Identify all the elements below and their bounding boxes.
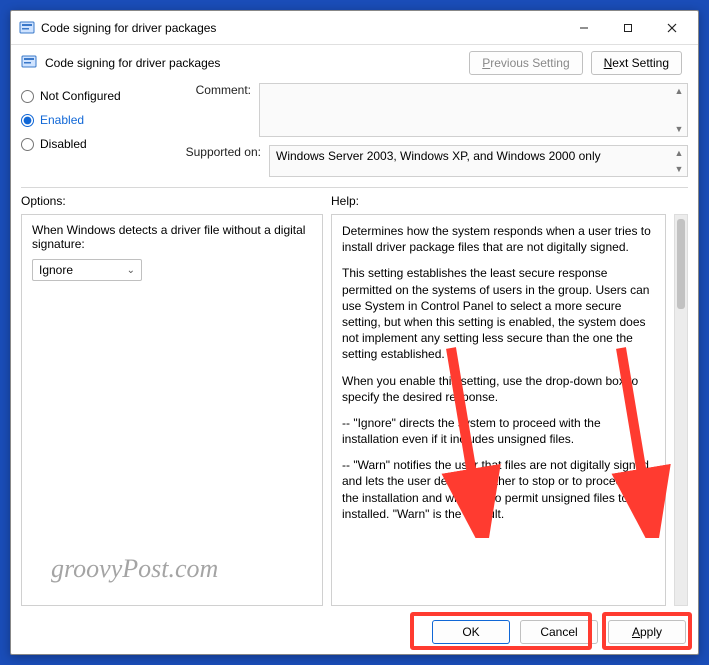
state-radio-group: Not Configured Enabled Disabled xyxy=(21,83,171,177)
titlebar: Code signing for driver packages xyxy=(11,11,698,45)
divider xyxy=(21,187,688,188)
chevron-down-icon: ⌄ xyxy=(127,265,135,276)
app-icon xyxy=(19,20,35,36)
previous-setting-button: Previous Setting xyxy=(469,51,582,75)
help-heading: Help: xyxy=(331,194,688,208)
supported-scrollbar[interactable]: ▲▼ xyxy=(671,146,687,176)
help-text: Determines how the system responds when … xyxy=(342,223,655,522)
main-scrollbar[interactable] xyxy=(674,214,688,606)
radio-not-configured-input[interactable] xyxy=(21,90,34,103)
supported-on-text: Windows Server 2003, Windows XP, and Win… xyxy=(269,145,688,177)
radio-not-configured[interactable]: Not Configured xyxy=(21,89,171,103)
radio-disabled-label: Disabled xyxy=(40,137,87,151)
options-heading: Options: xyxy=(21,194,331,208)
scrollbar-thumb[interactable] xyxy=(677,219,685,309)
radio-disabled[interactable]: Disabled xyxy=(21,137,171,151)
window-title: Code signing for driver packages xyxy=(41,21,562,35)
dialog-window: Code signing for driver packages Code si… xyxy=(10,10,699,655)
next-setting-button[interactable]: Next Setting xyxy=(591,51,682,75)
policy-icon xyxy=(21,54,39,72)
apply-button[interactable]: Apply xyxy=(608,620,686,644)
maximize-button[interactable] xyxy=(606,11,650,44)
supported-on-label: Supported on: xyxy=(181,145,261,159)
radio-enabled-input[interactable] xyxy=(21,114,34,127)
options-description: When Windows detects a driver file witho… xyxy=(32,223,312,251)
response-dropdown[interactable]: Ignore ⌄ xyxy=(32,259,142,281)
comment-scrollbar[interactable]: ▲▼ xyxy=(671,84,687,136)
comment-textarea[interactable]: ▲▼ xyxy=(259,83,688,137)
footer: OK Cancel Apply xyxy=(11,612,698,654)
comment-label: Comment: xyxy=(181,83,251,97)
close-button[interactable] xyxy=(650,11,694,44)
ok-button[interactable]: OK xyxy=(432,620,510,644)
minimize-button[interactable] xyxy=(562,11,606,44)
header-row: Code signing for driver packages Previou… xyxy=(11,45,698,77)
help-pane: Determines how the system responds when … xyxy=(331,214,666,606)
dropdown-value: Ignore xyxy=(39,263,73,277)
config-row: Not Configured Enabled Disabled Comment:… xyxy=(11,77,698,181)
section-labels: Options: Help: xyxy=(11,194,698,208)
radio-disabled-input[interactable] xyxy=(21,138,34,151)
radio-not-configured-label: Not Configured xyxy=(40,89,121,103)
radio-enabled[interactable]: Enabled xyxy=(21,113,171,127)
radio-enabled-label: Enabled xyxy=(40,113,84,127)
content-panes: When Windows detects a driver file witho… xyxy=(11,208,698,612)
window-controls xyxy=(562,11,694,44)
cancel-button[interactable]: Cancel xyxy=(520,620,598,644)
page-title: Code signing for driver packages xyxy=(45,56,469,70)
options-pane: When Windows detects a driver file witho… xyxy=(21,214,323,606)
